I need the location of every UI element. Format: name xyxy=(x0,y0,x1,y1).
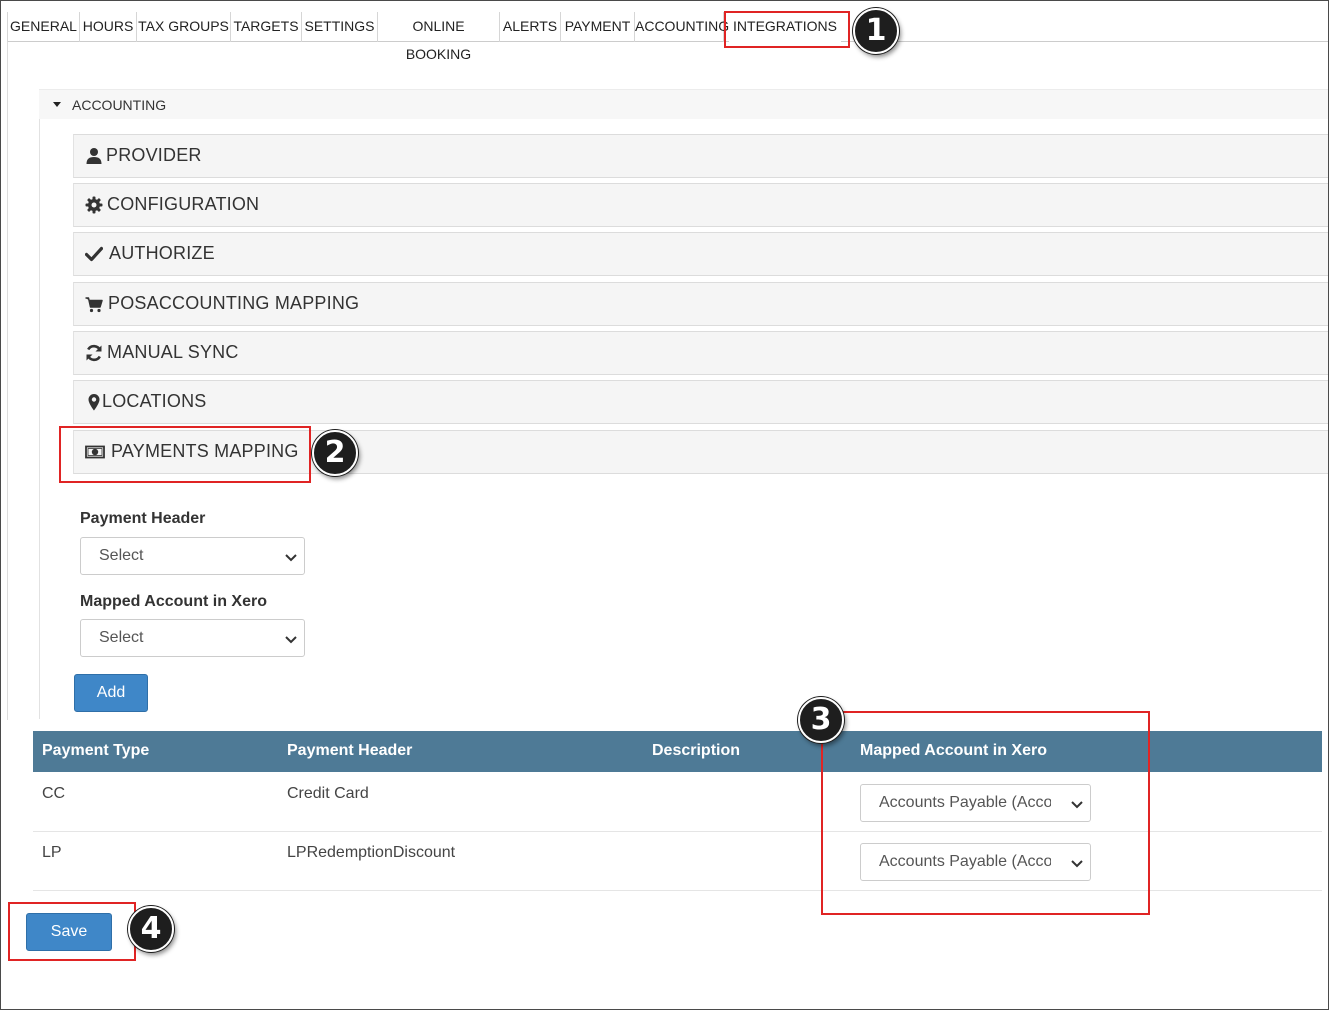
caret-down-icon xyxy=(53,102,61,107)
cart-icon xyxy=(85,297,103,313)
accounting-section-border xyxy=(39,119,40,719)
panel-locations-label: LOCATIONS xyxy=(102,391,207,411)
column-header-description: Description xyxy=(652,742,741,759)
tab-general[interactable]: GENERAL xyxy=(7,12,80,42)
payment-header-select[interactable]: Select xyxy=(80,537,305,575)
content-left-border xyxy=(7,42,8,720)
callout-badge-2: 2 xyxy=(312,430,358,476)
cell-payment-type: LP xyxy=(42,844,62,861)
check-icon xyxy=(85,246,103,262)
payment-header-select-value: Select xyxy=(99,547,144,564)
column-header-payment-type: Payment Type xyxy=(42,742,150,759)
callout-badge-3: 3 xyxy=(798,697,844,743)
highlight-mapped-account-column xyxy=(821,711,1150,915)
mapped-account-select-value: Select xyxy=(99,629,144,646)
highlight-integrations-tab xyxy=(724,11,850,48)
panel-authorize-label: AUTHORIZE xyxy=(109,243,215,263)
panel-locations[interactable]: LOCATIONS xyxy=(73,380,1328,424)
tab-payment[interactable]: PAYMENT xyxy=(561,12,635,42)
cell-payment-header: LPRedemptionDiscount xyxy=(287,844,456,861)
map-marker-icon xyxy=(88,394,100,411)
accounting-section-title: ACCOUNTING xyxy=(72,97,167,113)
panel-authorize[interactable]: AUTHORIZE xyxy=(73,232,1328,276)
mapped-account-label: Mapped Account in Xero xyxy=(80,593,267,610)
tab-accounting[interactable]: ACCOUNTING xyxy=(635,12,729,42)
panel-manual-sync[interactable]: MANUAL SYNC xyxy=(73,331,1328,375)
panel-posaccounting-label: POSACCOUNTING MAPPING xyxy=(108,293,360,313)
tab-tax-groups[interactable]: TAX GROUPS xyxy=(137,12,231,42)
panel-provider[interactable]: PROVIDER xyxy=(73,134,1328,178)
panel-configuration-label: CONFIGURATION xyxy=(107,194,260,214)
settings-tab-bar: GENERAL HOURS TAX GROUPS TARGETS SETTING… xyxy=(7,11,1328,62)
callout-badge-4: 4 xyxy=(128,906,174,952)
chevron-down-icon xyxy=(285,636,297,644)
tab-settings[interactable]: SETTINGS xyxy=(302,12,378,42)
highlight-save-button xyxy=(8,902,136,961)
gear-icon xyxy=(85,196,103,214)
mapped-account-select[interactable]: Select xyxy=(80,619,305,657)
highlight-payments-mapping xyxy=(59,426,311,483)
add-button[interactable]: Add xyxy=(74,674,148,712)
user-icon xyxy=(86,148,102,164)
cell-payment-type: CC xyxy=(42,785,66,802)
cell-payment-header: Credit Card xyxy=(287,785,369,802)
panel-manual-sync-label: MANUAL SYNC xyxy=(107,342,239,362)
accounting-section-header[interactable]: ACCOUNTING xyxy=(39,89,1328,119)
panel-provider-label: PROVIDER xyxy=(106,145,202,165)
refresh-icon xyxy=(86,344,102,362)
chevron-down-icon xyxy=(285,554,297,562)
tab-hours[interactable]: HOURS xyxy=(80,12,137,42)
callout-badge-1: 1 xyxy=(853,8,899,54)
column-header-payment-header: Payment Header xyxy=(287,742,413,759)
panel-configuration[interactable]: CONFIGURATION xyxy=(73,183,1328,227)
payment-header-label: Payment Header xyxy=(80,510,206,527)
tab-online-booking[interactable]: ONLINE BOOKING xyxy=(378,12,500,62)
panel-posaccounting-mapping[interactable]: POSACCOUNTING MAPPING xyxy=(73,282,1328,326)
tab-targets[interactable]: TARGETS xyxy=(231,12,302,42)
tab-alerts[interactable]: ALERTS xyxy=(500,12,561,42)
